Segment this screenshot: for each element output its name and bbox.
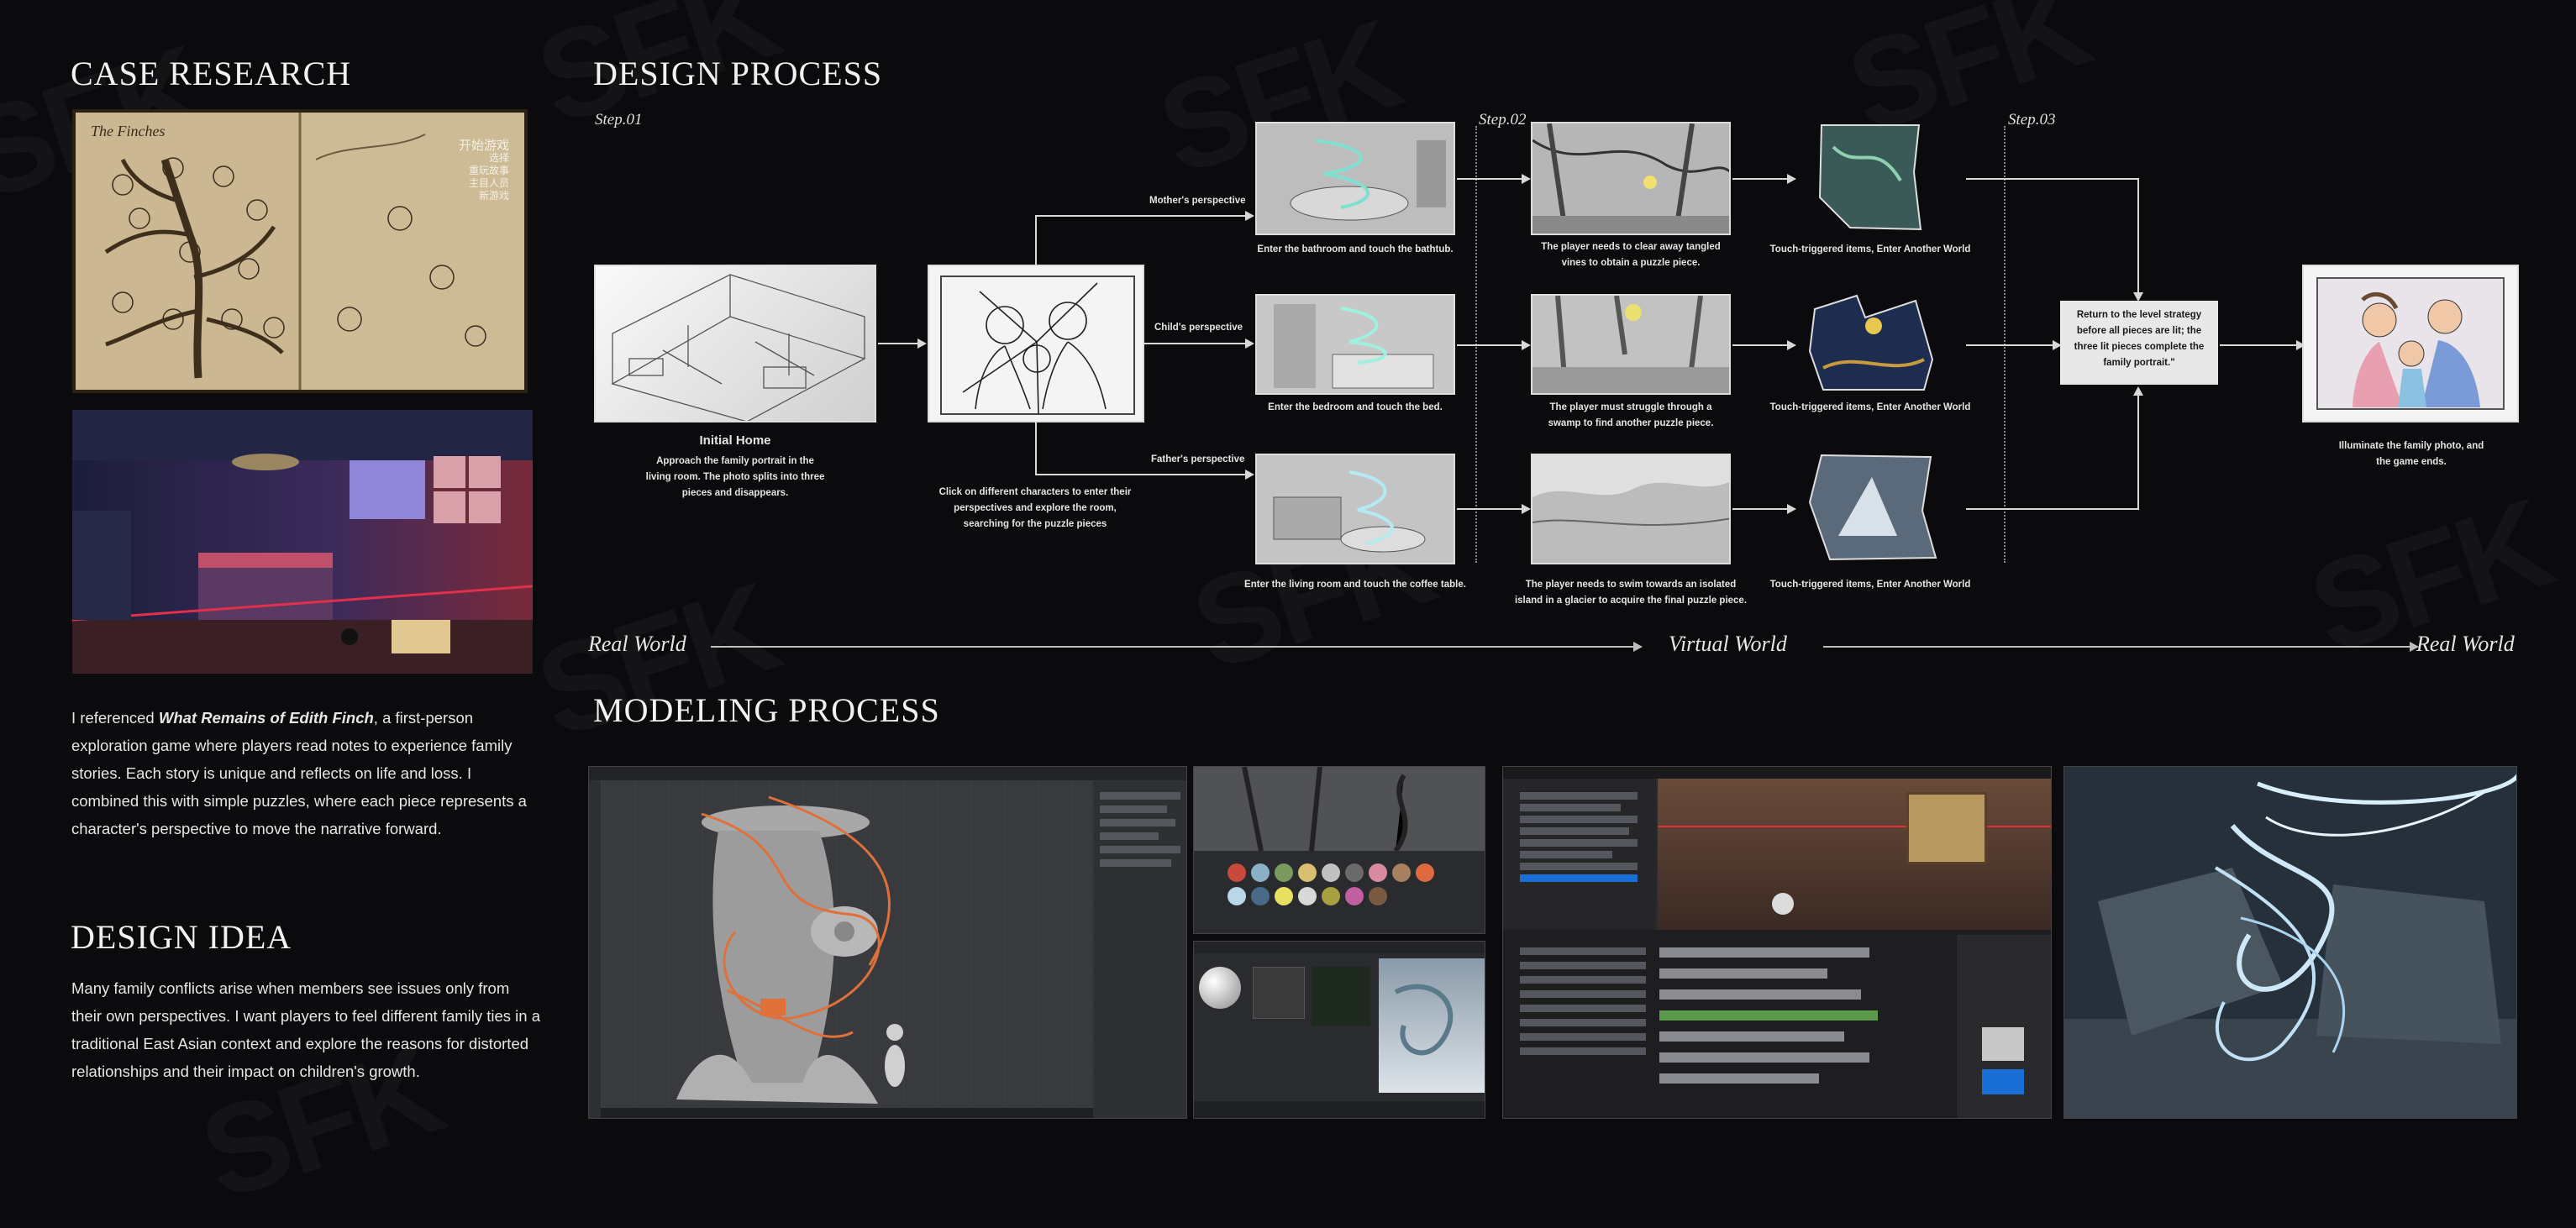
vines-world-sketch: [1531, 122, 1731, 235]
converge-line: [2137, 178, 2139, 296]
flow-arrow: [2220, 344, 2299, 346]
living-room-sketch: [1255, 454, 1455, 564]
room1-caption: Enter the bathroom and touch the bathtub…: [1257, 244, 1454, 255]
flow-arrow: [1732, 344, 1790, 346]
shader-editor-screenshot: [1193, 941, 1485, 1119]
branch-line: [1144, 343, 1247, 344]
watermark-logo: SFK: [521, 555, 791, 767]
touch3-caption: Touch-triggered items, Enter Another Wor…: [1769, 580, 1971, 590]
bathroom-sketch: [1255, 122, 1455, 235]
converge-line: [2137, 395, 2139, 510]
virtual-world-label: Virtual World: [1669, 632, 1787, 656]
branch-line: [1035, 474, 1247, 475]
room2-caption: Enter the bedroom and touch the bed.: [1268, 402, 1443, 412]
arrow-head: [2133, 386, 2143, 396]
arrow-head: [1522, 340, 1531, 350]
converge-line: [1966, 508, 2139, 510]
real-world-right-label: Real World: [2416, 632, 2515, 656]
material-editor-screenshot: [1193, 766, 1485, 934]
flow-arrow: [1457, 178, 1524, 180]
book-menu-item: 新游戏: [478, 190, 509, 202]
flow-arrow: [1732, 178, 1790, 180]
arrow-head: [1245, 211, 1254, 221]
arrow-head: [1787, 504, 1796, 514]
arrow-head: [1633, 642, 1643, 652]
branch-line: [1035, 215, 1037, 265]
intro-prefix: I referenced: [71, 709, 159, 727]
flow-arrow: [1457, 344, 1524, 346]
case-research-title: CASE RESEARCH: [71, 55, 352, 92]
return-box-text: Return to the level strategy before all …: [2074, 310, 2205, 368]
world2-caption: The player must struggle through a swamp…: [1548, 402, 1714, 428]
room3-caption: Enter the living room and touch the coff…: [1244, 580, 1466, 590]
material-swatches: [1228, 863, 1446, 905]
return-box: Return to the level strategy before all …: [2060, 301, 2218, 385]
timeline-line: [711, 646, 1635, 648]
branch-line: [1035, 422, 1037, 475]
initial-home-sketch: [594, 265, 876, 422]
branch-line: [1035, 215, 1247, 217]
final-desc: Illuminate the family photo, and the gam…: [2338, 441, 2484, 467]
touch1-caption: Touch-triggered items, Enter Another Wor…: [1769, 244, 1971, 255]
flow-arrow: [1457, 508, 1524, 510]
unreal-sequencer-screenshot: [1502, 766, 2052, 1119]
initial-home-desc: Approach the family portrait in the livi…: [645, 456, 825, 498]
step-02-label: Step.02: [1479, 111, 1527, 129]
bedroom-screenshot: [72, 410, 533, 674]
real-world-left-label: Real World: [588, 632, 686, 656]
touch2-caption: Touch-triggered items, Enter Another Wor…: [1769, 402, 1971, 412]
converge-line: [1966, 344, 2055, 346]
family-portrait-sketch: [928, 265, 1144, 422]
glacier-world-sketch: [1531, 454, 1731, 564]
design-idea-title: DESIGN IDEA: [71, 918, 292, 956]
arrow-head: [1245, 338, 1254, 349]
book-menu-item: 开始游戏: [458, 139, 509, 153]
intro-paragraph: I referenced What Remains of Edith Finch…: [71, 704, 542, 842]
book-menu-item: 选择: [488, 152, 509, 164]
book-image: The Finches 开始游戏 选择 重玩故事 主目人员 新游戏: [72, 109, 528, 393]
arrow-head: [1787, 174, 1796, 184]
puzzle-piece-2: [1806, 292, 1937, 393]
puzzle-piece-3: [1805, 452, 1939, 563]
curtain-model-icon: [676, 795, 905, 1104]
render-screenshot: [2063, 766, 2517, 1119]
step-03-label: Step.03: [2008, 111, 2056, 129]
modeling-process-title: MODELING PROCESS: [593, 691, 940, 729]
swirl-render-icon: [2064, 767, 2516, 1118]
father-perspective-label: Father's perspective: [1151, 454, 1245, 464]
flow-arrow: [878, 343, 920, 344]
blender-viewport-screenshot: [588, 766, 1187, 1119]
design-process-title: DESIGN PROCESS: [593, 55, 883, 92]
timeline-line: [1823, 646, 2411, 648]
arrow-head: [1522, 174, 1531, 184]
intro-rest: , a first-person exploration game where …: [71, 709, 527, 837]
book-menu-item: 重玩故事: [468, 165, 509, 176]
swamp-world-sketch: [1531, 294, 1731, 395]
book-menu-item: 主目人员: [468, 177, 509, 189]
arrow-head: [1787, 340, 1796, 350]
final-family-photo: [2302, 265, 2519, 422]
converge-line: [1966, 178, 2139, 180]
arrow-head: [917, 338, 927, 349]
design-idea-paragraph: Many family conflicts arise when members…: [71, 979, 541, 1080]
arrow-head: [1522, 504, 1531, 514]
world3-caption: The player needs to swim towards an isol…: [1514, 580, 1748, 606]
step-01-label: Step.01: [595, 111, 643, 129]
book-tree-label: The Finches: [91, 123, 166, 139]
arrow-head: [1245, 470, 1254, 480]
book-menu: 开始游戏 选择 重玩故事 主目人员 新游戏: [459, 139, 509, 202]
initial-home-title: Initial Home: [699, 433, 771, 448]
flow-arrow: [1732, 508, 1790, 510]
game-title: What Remains of Edith Finch: [158, 709, 374, 727]
mother-perspective-label: Mother's perspective: [1149, 196, 1246, 206]
bedroom-sketch: [1255, 294, 1455, 395]
portrait-desc: Click on different characters to enter t…: [938, 487, 1132, 529]
world1-caption: The player needs to clear away tangled v…: [1541, 242, 1721, 268]
child-perspective-label: Child's perspective: [1154, 323, 1243, 333]
puzzle-piece-1: [1816, 122, 1924, 234]
